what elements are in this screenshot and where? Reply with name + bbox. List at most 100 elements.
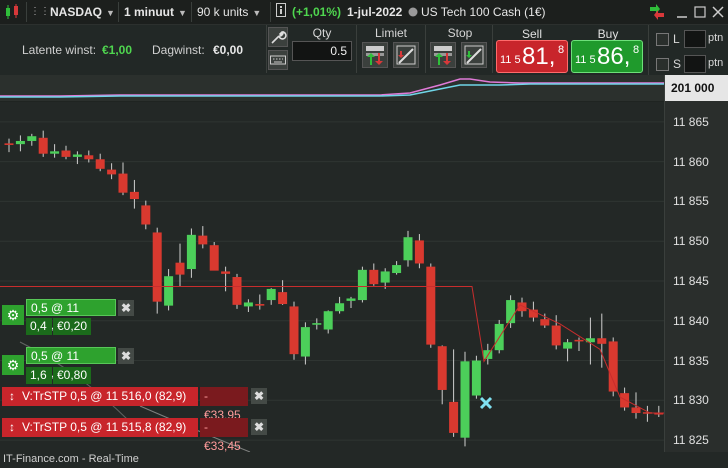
qty-input[interactable]: 0.5 [292, 41, 352, 61]
candle-body[interactable] [152, 232, 162, 302]
stop-points-input[interactable] [684, 55, 706, 73]
trailing-stop-2[interactable]: ↕ V:TrSTP 0,5 @ 11 515,8 (82,9) [2, 418, 198, 437]
candle-body[interactable] [403, 237, 413, 261]
candle-body[interactable] [72, 154, 82, 157]
stop-buy-icon[interactable] [430, 42, 456, 68]
trailing-stop-1[interactable]: ↕ V:TrSTP 0,5 @ 11 516,0 (82,9) [2, 387, 198, 406]
candle-body[interactable] [15, 140, 25, 145]
candle-body[interactable] [369, 269, 379, 285]
candle-body[interactable] [460, 361, 470, 438]
buy-button[interactable]: 11 5 86, 8 [571, 40, 643, 73]
timeframe-selector[interactable]: 1 minuut ▼ [124, 3, 188, 21]
close-position-1-icon[interactable]: ✖ [118, 300, 134, 316]
candle-body[interactable] [209, 245, 219, 271]
close-icon[interactable] [712, 3, 724, 21]
candle-body[interactable] [608, 341, 618, 392]
indicator-lines [0, 78, 664, 98]
wrench-icon[interactable] [268, 27, 288, 47]
candle-body[interactable] [118, 173, 128, 193]
candle-body[interactable] [597, 338, 607, 344]
price-tick-label: 11 865 [673, 114, 709, 129]
instrument-selector[interactable]: NASDAQ ▼ [50, 3, 116, 21]
cancel-stop-1-icon[interactable]: ✖ [251, 388, 267, 404]
limit-points-unit: ptn [708, 32, 724, 44]
price-tick-label: 11 825 [673, 433, 709, 448]
stop-sell-icon[interactable] [461, 42, 487, 68]
candle-body[interactable] [84, 155, 94, 160]
info-icon[interactable] [276, 3, 288, 21]
position-settings-icon[interactable]: ⚙ [2, 355, 24, 375]
stop-checkbox-label: S [673, 57, 682, 71]
candle-body[interactable] [198, 235, 208, 245]
candle-body[interactable] [346, 298, 356, 301]
candle-body[interactable] [574, 339, 584, 342]
candle-body[interactable] [107, 169, 117, 175]
position-settings-icon[interactable]: ⚙ [2, 305, 24, 325]
candle-body[interactable] [551, 325, 561, 346]
candle-body[interactable] [437, 346, 447, 390]
candle-body[interactable] [426, 266, 436, 345]
units-selector[interactable]: 90 k units ▼ [197, 3, 267, 21]
candle-body[interactable] [300, 327, 310, 357]
candle-body[interactable] [563, 342, 573, 349]
candle-body[interactable] [141, 205, 151, 225]
limit-checkbox[interactable] [656, 33, 669, 46]
candle-body[interactable] [357, 269, 367, 301]
change-percent: (+1,01%) [292, 5, 342, 19]
limit-points-input[interactable] [684, 30, 706, 48]
trailing-stop-1-pnl: -€33,95 [200, 387, 248, 422]
stop-checkbox[interactable] [656, 58, 669, 71]
position-2-entry[interactable]: 0,5 @ 11 582,7 [26, 347, 116, 380]
candle-body[interactable] [540, 319, 550, 326]
price-axis[interactable]: 201 000 11 865 11 860 11 855 11 850 11 845 11… [664, 75, 728, 452]
candle-body[interactable] [221, 271, 231, 274]
candle-body[interactable] [38, 137, 48, 154]
cross-marker-icon [479, 396, 493, 410]
refresh-icon[interactable] [646, 3, 668, 21]
candle-body[interactable] [449, 401, 459, 433]
price-tick-label: 11 845 [673, 273, 709, 288]
daily-profit-label: Dagwinst: [152, 43, 205, 57]
candle-body[interactable] [27, 136, 37, 141]
limit-sell-icon[interactable] [393, 42, 419, 68]
indicator-panel [0, 75, 664, 101]
candle-body[interactable] [631, 407, 641, 414]
candle-body[interactable] [620, 393, 630, 408]
candle-body[interactable] [175, 262, 185, 275]
maximize-icon[interactable] [694, 3, 706, 21]
limit-checkbox-label: L [673, 32, 680, 46]
candle-body[interactable] [471, 360, 481, 396]
candle-body[interactable] [4, 143, 14, 145]
cancel-stop-2-icon[interactable]: ✖ [251, 419, 267, 435]
sell-button[interactable]: 11 5 81, 8 [496, 40, 568, 73]
candle-body[interactable] [312, 323, 322, 325]
candle-body[interactable] [414, 240, 424, 264]
sell-label: Sell [521, 27, 542, 41]
candle-body[interactable] [323, 311, 333, 330]
price-tick-label: 11 850 [673, 234, 709, 249]
candle-body[interactable] [61, 150, 71, 157]
candle-body[interactable] [278, 292, 288, 305]
candle-body[interactable] [266, 288, 276, 301]
keyboard-icon[interactable] [268, 50, 288, 70]
limit-buy-icon[interactable] [362, 42, 388, 68]
market-status-icon [408, 3, 418, 21]
latent-profit-value: €1,00 [102, 43, 133, 57]
candle-body[interactable] [255, 304, 265, 306]
product-name: US Tech 100 Cash (1€) [421, 5, 546, 19]
candle-body[interactable] [289, 306, 299, 355]
candle-body[interactable] [95, 159, 105, 169]
candle-body[interactable] [164, 276, 174, 306]
minimize-icon[interactable] [676, 3, 688, 21]
position-1-entry[interactable]: 0,5 @ 11 583,9 [26, 299, 116, 332]
candlestick-icon[interactable] [4, 3, 22, 21]
close-position-2-icon[interactable]: ✖ [118, 348, 134, 364]
candle-body[interactable] [129, 191, 139, 200]
candle-body[interactable] [186, 234, 196, 270]
candle-body[interactable] [50, 151, 60, 154]
candle-body[interactable] [380, 271, 390, 283]
candle-body[interactable] [392, 265, 402, 274]
candle-body[interactable] [232, 277, 242, 305]
candle-body[interactable] [335, 303, 345, 312]
candle-body[interactable] [243, 302, 253, 307]
